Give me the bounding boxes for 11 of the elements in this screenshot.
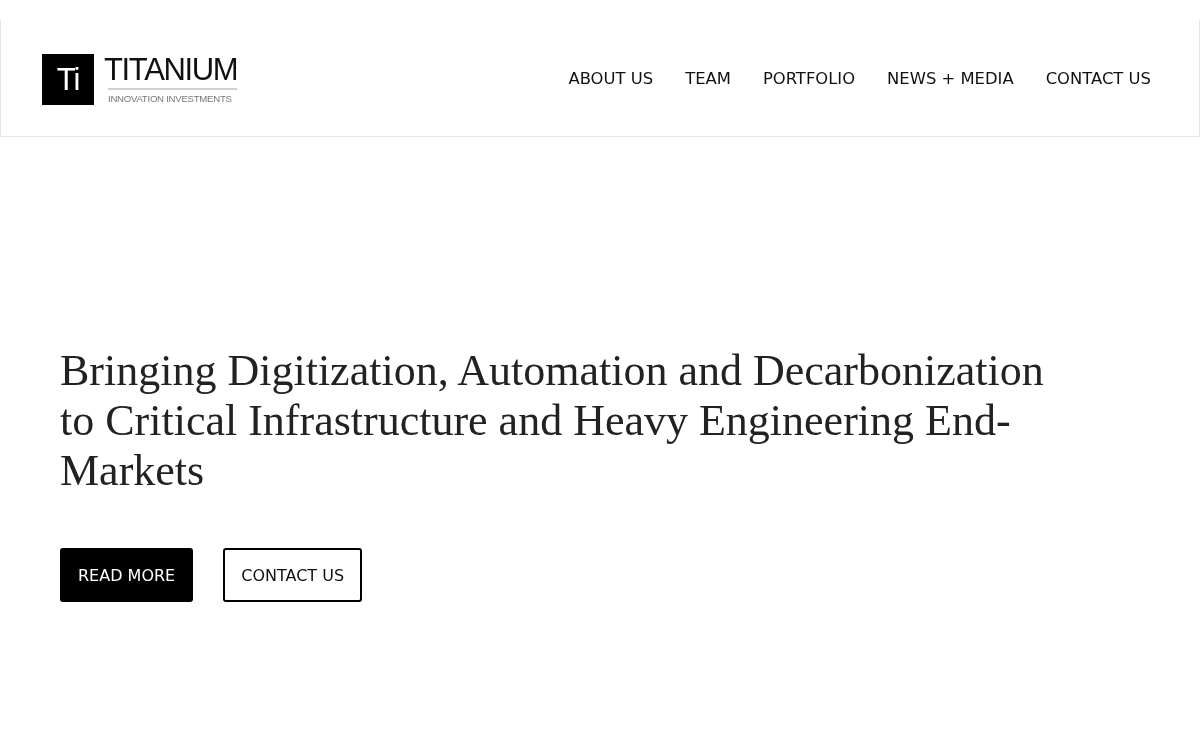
logo-mark[interactable]: Ti: [42, 54, 94, 105]
nav-link[interactable]: TEAM: [685, 68, 731, 88]
contact-button[interactable]: CONTACT US: [223, 548, 363, 602]
hero-heading: Bringing Digitization, Automation and Decarbonization to Critical Infrastructure and Heavy Engineering End-Markets: [60, 346, 1045, 496]
nav-link[interactable]: NEWS + MEDIA: [887, 68, 1014, 88]
nav-link[interactable]: PORTFOLIO: [762, 68, 856, 88]
logo-tagline: INNOVATION INVESTMENTS: [108, 93, 233, 105]
logo-name[interactable]: TITANIUM: [104, 54, 238, 86]
nav-link[interactable]: CONTACT US: [1045, 68, 1151, 88]
nav-link[interactable]: ABOUT US: [568, 68, 654, 88]
read-more-button[interactable]: READ MORE: [60, 548, 194, 602]
